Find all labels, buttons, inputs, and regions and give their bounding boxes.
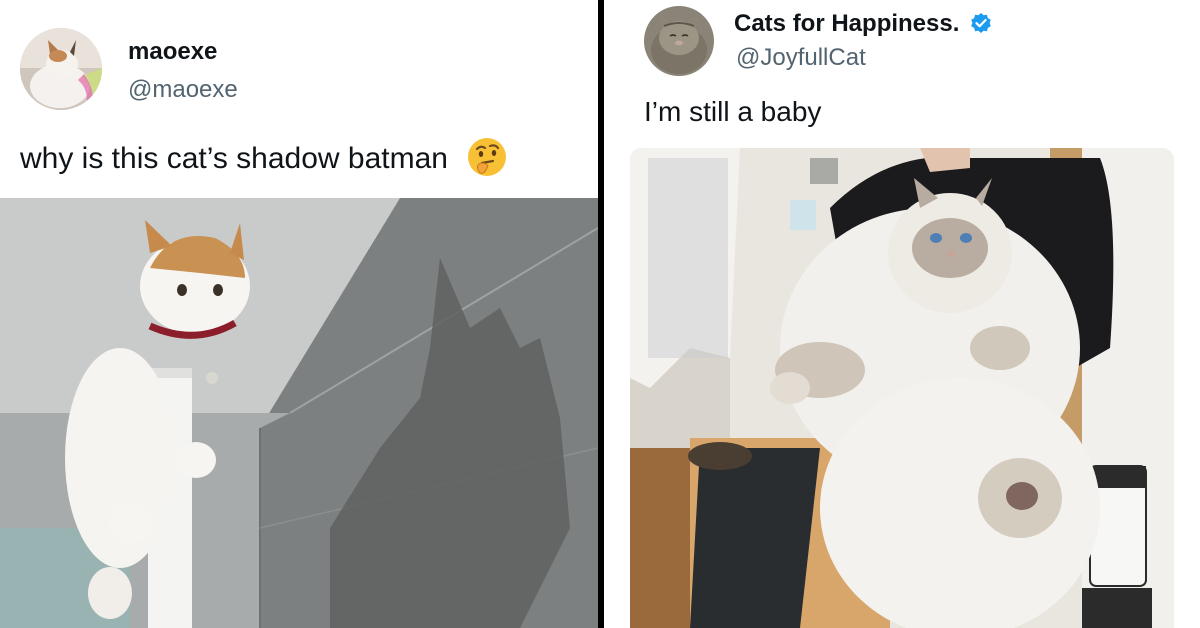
tweet-card-left: maoexe @maoexe why is this cat’s shadow … [0, 0, 598, 628]
tweet-text-content: why is this cat’s shadow batman [20, 142, 448, 175]
user-handle[interactable]: @maoexe [128, 76, 238, 104]
avatar[interactable] [644, 6, 714, 76]
display-name[interactable]: Cats for Happiness. [734, 10, 992, 38]
display-name[interactable]: maoexe [128, 38, 217, 66]
thinking-face-emoji-icon [466, 136, 508, 178]
cat-avatar-image [20, 28, 102, 110]
tweet-photo[interactable] [0, 198, 598, 628]
tweet-card-right: Cats for Happiness. @JoyfullCat I’m stil… [604, 0, 1200, 628]
cat-shadow-batman-photo [0, 198, 598, 628]
verified-badge-icon [970, 12, 992, 34]
avatar[interactable] [20, 28, 102, 110]
user-handle[interactable]: @JoyfullCat [736, 44, 866, 72]
display-name-text: Cats for Happiness. [734, 10, 960, 37]
tweet-text: why is this cat’s shadow batman [20, 136, 508, 178]
tweet-photo[interactable] [630, 148, 1174, 628]
cat-avatar-image [644, 6, 714, 76]
tweet-text: I’m still a baby [644, 96, 822, 127]
fluffy-cat-held-photo [630, 148, 1174, 628]
